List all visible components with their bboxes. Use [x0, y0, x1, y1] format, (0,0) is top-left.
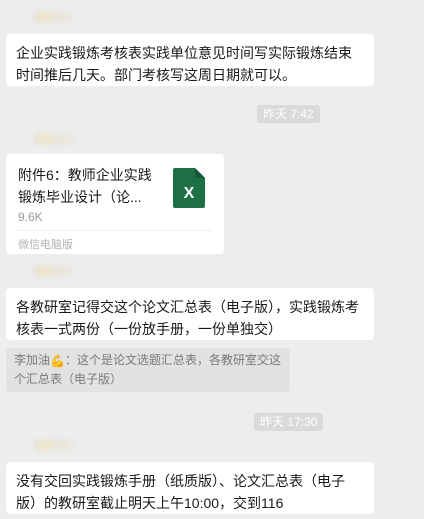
file-title: 附件6：教师企业实践锻炼毕业设计（论...	[18, 167, 152, 205]
message-bubble[interactable]: 没有交回实践锻炼手册（纸质版）、论文汇总表（电子版）的教研室截止明天上午10:0…	[6, 462, 374, 514]
sender-name-blurred	[34, 440, 74, 450]
divider	[18, 230, 212, 231]
sender-name-blurred	[34, 12, 74, 22]
quoted-reply[interactable]: 李加油💪：这个是论文选题汇总表，各教研室交这个汇总表（电子版）	[6, 348, 290, 392]
flexed-biceps-icon: 💪	[50, 354, 65, 368]
excel-file-icon: X	[173, 168, 205, 208]
message-text: 没有交回实践锻炼手册（纸质版）、论文汇总表（电子版）的教研室截止明天上午10:0…	[16, 473, 345, 511]
timestamp-label: 昨天 17:30	[254, 413, 324, 431]
timestamp-label: 昨天 7:42	[257, 105, 320, 123]
message-text: 各教研室记得交这个论文汇总表（电子版），实践锻炼考核表一式两份（一份放手册，一份…	[16, 299, 359, 337]
message-bubble[interactable]: 各教研室记得交这个论文汇总表（电子版），实践锻炼考核表一式两份（一份放手册，一份…	[6, 288, 374, 340]
quote-sender-name: 李加油	[14, 353, 51, 367]
sender-name-blurred	[34, 134, 74, 144]
message-text: 企业实践锻炼考核表实践单位意见时间写实际锻炼结束时间推后几天。部门考核写这周日期…	[16, 45, 352, 83]
file-source: 微信电脑版	[18, 239, 73, 251]
sender-name-blurred	[34, 266, 74, 276]
svg-text:X: X	[184, 185, 195, 202]
message-bubble[interactable]: 企业实践锻炼考核表实践单位意见时间写实际锻炼结束时间推后几天。部门考核写这周日期…	[6, 34, 374, 86]
file-size: 9.6K	[18, 210, 43, 224]
file-message-card[interactable]: 附件6：教师企业实践锻炼毕业设计（论... X 9.6K 微信电脑版	[6, 154, 224, 254]
